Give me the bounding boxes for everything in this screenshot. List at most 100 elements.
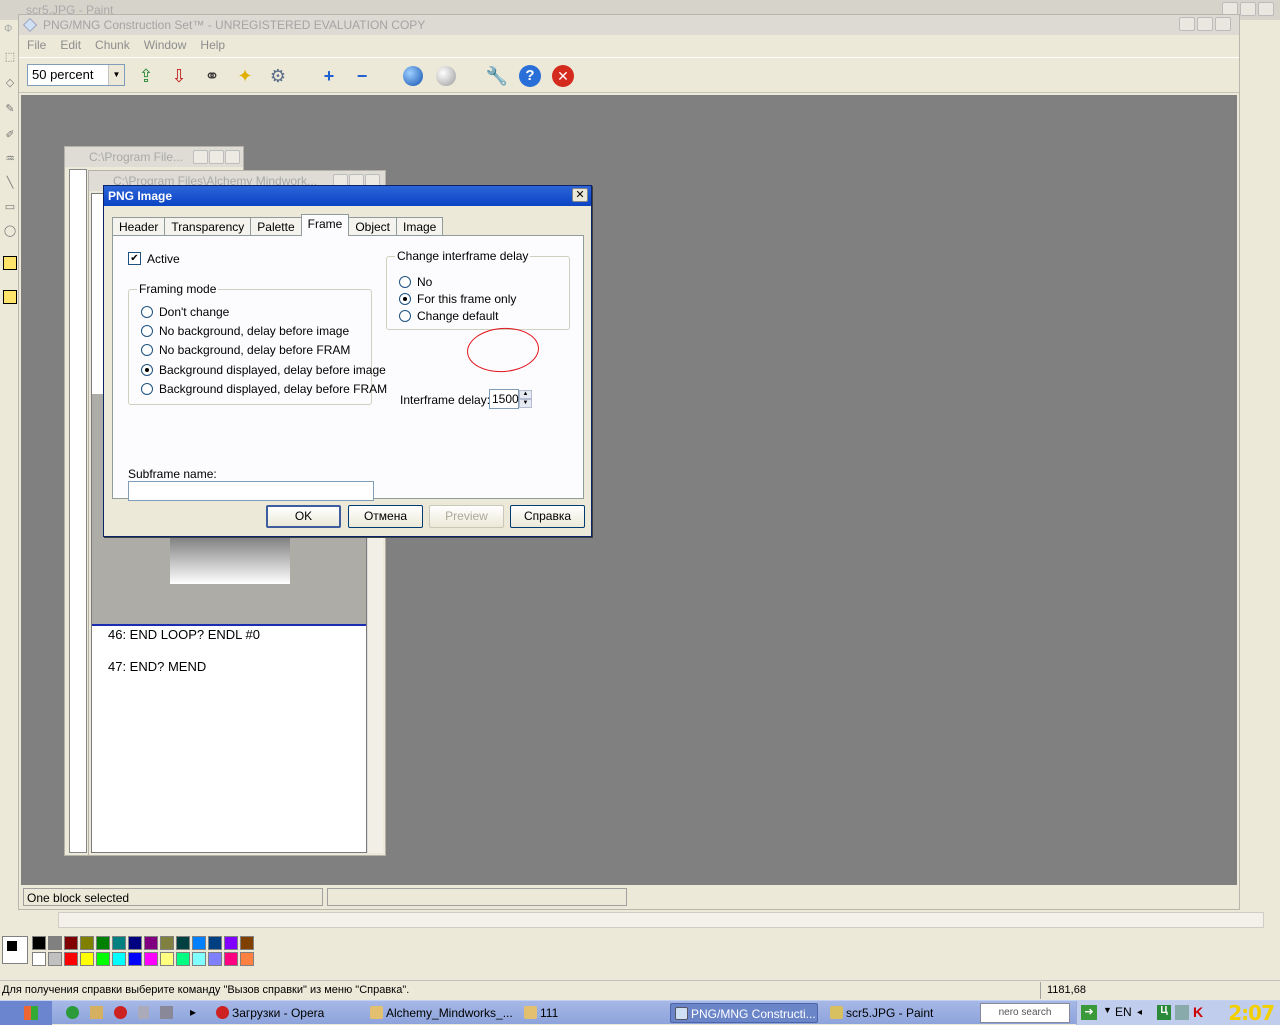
language-indicator[interactable]: EN — [1115, 1005, 1132, 1019]
close-icon[interactable]: ✕ — [551, 64, 575, 88]
interframe-delay-input[interactable]: 1500 — [489, 389, 519, 409]
framing-radio-1[interactable] — [141, 325, 153, 337]
palette-swatch[interactable] — [112, 936, 126, 950]
delay-radio-default[interactable] — [399, 310, 411, 322]
help-icon[interactable]: ? — [518, 64, 542, 88]
palette-swatch[interactable] — [240, 952, 254, 966]
spin-down-icon[interactable]: ▼ — [519, 399, 532, 408]
subframe-name-input[interactable] — [128, 481, 374, 501]
gray-sphere-icon[interactable] — [434, 64, 458, 88]
eraser-icon[interactable]: ◇ — [3, 76, 17, 90]
paint-horizontal-scrollbar[interactable] — [58, 912, 1264, 928]
ok-button[interactable]: OK — [266, 505, 341, 528]
active-checkbox[interactable]: ✔ — [128, 252, 141, 265]
quicklaunch-more-icon[interactable]: ▸ — [190, 1005, 196, 1019]
zoom-select[interactable]: 50 percent ▼ — [27, 64, 125, 86]
palette-swatch[interactable] — [48, 952, 62, 966]
tab-transparency[interactable]: Transparency — [164, 217, 252, 236]
palette-swatch[interactable] — [176, 952, 190, 966]
palette-swatch[interactable] — [80, 952, 94, 966]
chunk-line-46[interactable]: 46: END LOOP? ENDL #0 — [108, 627, 260, 642]
framing-radio-4[interactable] — [141, 383, 153, 395]
tab-frame[interactable]: Frame — [300, 214, 350, 236]
child1-minimize-button[interactable] — [193, 150, 208, 164]
palette-swatch[interactable] — [144, 936, 158, 950]
palette-swatch[interactable] — [192, 952, 206, 966]
framing-radio-0[interactable] — [141, 306, 153, 318]
current-colors[interactable] — [2, 936, 28, 964]
quicklaunch-globe-icon[interactable] — [66, 1006, 79, 1019]
clock[interactable]: 2:07 — [1228, 1001, 1275, 1025]
quicklaunch-doc-icon[interactable] — [138, 1006, 149, 1019]
tab-image[interactable]: Image — [396, 217, 444, 236]
task-folder-111[interactable]: 111 — [520, 1003, 666, 1023]
menu-file[interactable]: File — [27, 38, 46, 55]
dialog-close-button[interactable]: ✕ — [572, 188, 588, 202]
tab-palette[interactable]: Palette — [250, 217, 302, 236]
task-paint[interactable]: scr5.JPG - Paint — [826, 1003, 976, 1023]
binoculars-icon[interactable]: ⚭ — [200, 64, 224, 88]
magic-wand-icon[interactable]: ✦ — [233, 64, 257, 88]
quicklaunch-folder-icon[interactable] — [90, 1006, 103, 1019]
menu-help[interactable]: Help — [200, 38, 225, 55]
tray-arrow-icon[interactable]: ➜ — [1081, 1005, 1097, 1020]
airbrush-icon[interactable]: ♒ — [3, 152, 17, 166]
quicklaunch-app-icon[interactable] — [160, 1006, 173, 1019]
spin-up-icon[interactable]: ▲ — [519, 390, 532, 399]
task-folder-alchemy[interactable]: Alchemy_Mindworks_... — [366, 1003, 516, 1023]
palette-swatch[interactable] — [208, 936, 222, 950]
palette-swatch[interactable] — [224, 952, 238, 966]
cancel-button[interactable]: Отмена — [348, 505, 423, 528]
palette-swatch[interactable] — [48, 936, 62, 950]
mng-close-button[interactable] — [1215, 17, 1231, 31]
gear-icon[interactable]: ⚙ — [266, 64, 290, 88]
tray-antivirus-icon[interactable]: K — [1193, 1004, 1203, 1020]
palette-swatch[interactable] — [224, 936, 238, 950]
export-icon[interactable]: ⇩ — [167, 64, 191, 88]
import-icon[interactable]: ⇪ — [134, 64, 158, 88]
delay-radio-no[interactable] — [399, 276, 411, 288]
tray-network-icon[interactable] — [1175, 1005, 1189, 1020]
start-button[interactable] — [0, 1001, 52, 1025]
palette-swatch[interactable] — [192, 936, 206, 950]
palette-swatch[interactable] — [96, 936, 110, 950]
palette-swatch[interactable] — [128, 952, 142, 966]
palette-swatch[interactable] — [80, 936, 94, 950]
foreground-color-swatch[interactable] — [6, 940, 18, 952]
palette-swatch[interactable] — [32, 952, 46, 966]
fill-option-2-icon[interactable] — [3, 290, 17, 304]
menu-chunk[interactable]: Chunk — [95, 38, 130, 55]
palette-swatch[interactable] — [128, 936, 142, 950]
line-icon[interactable]: ╲ — [3, 176, 17, 190]
chunk-line-47[interactable]: 47: END? MEND — [108, 659, 206, 674]
framing-radio-2[interactable] — [141, 344, 153, 356]
mng-maximize-button[interactable] — [1197, 17, 1213, 31]
brush-icon[interactable]: ✐ — [3, 128, 17, 142]
palette-swatch[interactable] — [112, 952, 126, 966]
delay-radio-this-frame[interactable] — [399, 293, 411, 305]
paint-maximize-button[interactable] — [1240, 2, 1256, 16]
palette-swatch[interactable] — [160, 936, 174, 950]
paint-close-button[interactable] — [1258, 2, 1274, 16]
quicklaunch-opera-icon[interactable] — [114, 1006, 127, 1019]
palette-swatch[interactable] — [160, 952, 174, 966]
pencil-icon[interactable]: ✎ — [3, 102, 17, 116]
plus-icon[interactable]: + — [317, 64, 341, 88]
task-opera[interactable]: Загрузки - Opera — [212, 1003, 362, 1023]
palette-swatch[interactable] — [64, 936, 78, 950]
help-button[interactable]: Справка — [510, 505, 585, 528]
rectangle-icon[interactable]: ▭ — [3, 200, 17, 214]
tab-object[interactable]: Object — [348, 217, 397, 236]
mng-minimize-button[interactable] — [1179, 17, 1195, 31]
nero-search-box[interactable]: nero search — [980, 1003, 1070, 1023]
menu-window[interactable]: Window — [144, 38, 187, 55]
palette-swatch[interactable] — [208, 952, 222, 966]
ellipse-icon[interactable]: ◯ — [3, 224, 17, 238]
tray-app-icon[interactable]: Ц — [1157, 1005, 1171, 1020]
framing-radio-3[interactable] — [141, 364, 153, 376]
palette-swatch[interactable] — [64, 952, 78, 966]
tray-menu-icon[interactable]: ▼ — [1103, 1005, 1112, 1015]
palette-swatch[interactable] — [144, 952, 158, 966]
palette-swatch[interactable] — [176, 936, 190, 950]
tab-header[interactable]: Header — [112, 217, 166, 236]
